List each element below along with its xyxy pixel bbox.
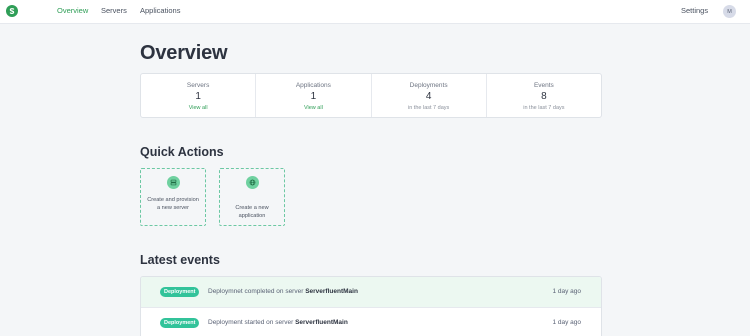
stat-value: 4 bbox=[425, 91, 432, 102]
stat-events: Events 8 in the last 7 days bbox=[487, 74, 601, 117]
stat-deployments: Deployments 4 in the last 7 days bbox=[372, 74, 487, 117]
stat-label: Applications bbox=[295, 82, 331, 89]
latest-events-title: Latest events bbox=[140, 253, 220, 267]
server-icon bbox=[167, 176, 180, 189]
event-text: Deploymnet completed on server Serverflu… bbox=[208, 288, 358, 295]
action-label: Create a new application bbox=[235, 205, 269, 219]
top-nav: Overview Servers Applications Settings M bbox=[0, 0, 750, 24]
quick-actions-title: Quick Actions bbox=[140, 145, 224, 159]
stat-value: 1 bbox=[195, 91, 201, 102]
stat-label: Servers bbox=[186, 82, 210, 89]
globe-icon bbox=[246, 176, 259, 189]
event-badge: Deployment bbox=[160, 318, 200, 328]
event-server: ServerfluentMain bbox=[305, 288, 358, 295]
event-time: 1 day ago bbox=[552, 319, 581, 326]
stat-label: Events bbox=[533, 82, 554, 89]
create-application-button[interactable]: Create a new application bbox=[219, 168, 285, 226]
logo-icon[interactable] bbox=[6, 5, 18, 17]
stat-period: in the last 7 days bbox=[407, 105, 450, 111]
event-time: 1 day ago bbox=[552, 288, 581, 295]
action-label: Create and provision a new server bbox=[147, 197, 199, 211]
stat-label: Deployments bbox=[409, 82, 448, 89]
event-badge: Deployment bbox=[160, 287, 200, 297]
nav-servers[interactable]: Servers bbox=[101, 6, 127, 15]
stat-period: in the last 7 days bbox=[523, 105, 565, 111]
event-row[interactable]: Deployment Deployment started on server … bbox=[141, 308, 601, 336]
stat-value: 8 bbox=[541, 91, 547, 102]
stats-card: Servers 1 View all Applications 1 View a… bbox=[140, 73, 602, 118]
create-server-button[interactable]: Create and provision a new server bbox=[140, 168, 206, 226]
page-title: Overview bbox=[140, 42, 228, 64]
stat-value: 1 bbox=[310, 91, 317, 102]
event-server: ServerfluentMain bbox=[295, 319, 348, 326]
nav-settings[interactable]: Settings bbox=[681, 6, 708, 15]
view-all-servers-link[interactable]: View all bbox=[141, 105, 255, 111]
avatar[interactable]: M bbox=[723, 5, 736, 18]
nav-applications[interactable]: Applications bbox=[140, 6, 180, 15]
stat-servers: Servers 1 View all bbox=[141, 74, 257, 117]
event-row[interactable]: Deployment Deploymnet completed on serve… bbox=[141, 277, 601, 308]
nav-overview[interactable]: Overview bbox=[57, 6, 88, 15]
view-all-applications-link[interactable]: View all bbox=[256, 105, 370, 111]
events-list: Deployment Deploymnet completed on serve… bbox=[140, 276, 602, 336]
event-text: Deployment started on server Serverfluen… bbox=[208, 319, 348, 326]
stat-applications: Applications 1 View all bbox=[256, 74, 372, 117]
